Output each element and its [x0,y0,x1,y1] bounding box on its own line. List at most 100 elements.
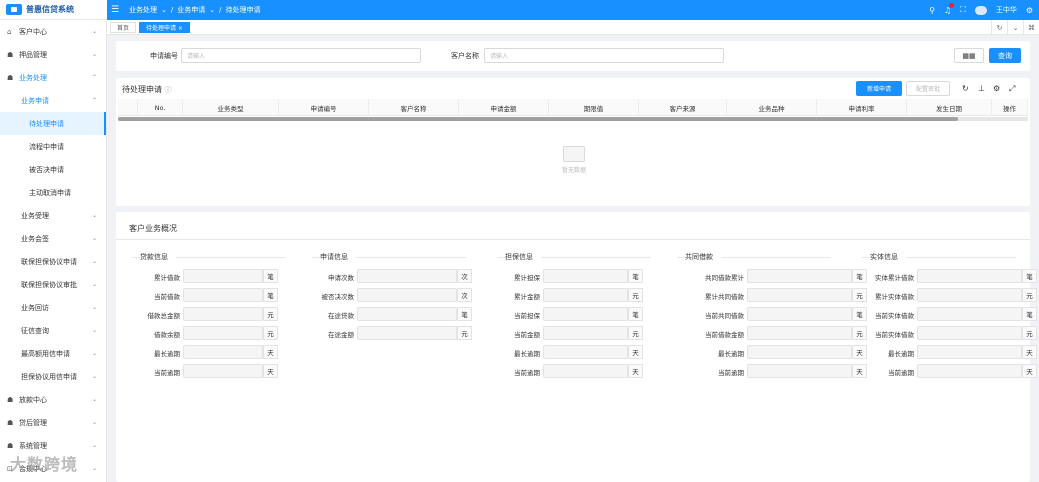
query-button[interactable]: 查询 [989,48,1021,63]
column-height-icon[interactable]: ⊥ [978,84,985,93]
config-approval-button[interactable]: 配置审批 [906,81,950,96]
chevron-icon: ⌃ [91,74,97,81]
readonly-field [357,288,457,302]
field-label: 申请次数 [328,274,354,282]
sidebar-item[interactable]: 业务申请 ⌃ [0,89,106,112]
close-all-icon[interactable]: ⌘ [1023,20,1039,35]
sidebar-item[interactable]: ☗ 贷后管理 ⌄ [0,411,106,434]
column-header: 客户来源 [639,99,727,116]
readonly-field [357,326,457,340]
sidebar-item[interactable]: ☗ 业务处理 ⌃ [0,66,106,89]
sidebar-item[interactable]: 业务受理 ⌄ [0,204,106,227]
sidebar-item-label: 联保担保协议申请 [21,257,77,266]
sidebar-item[interactable]: ⌂ 客户中心 ⌄ [0,20,106,43]
sidebar-item[interactable]: 被否决申请 [0,158,106,181]
user-name[interactable]: 王中华 [996,5,1017,15]
field-label: 当前实体借款 [875,331,914,339]
column-header: 操作 [992,99,1028,116]
sidebar-item-label: 主动取消申请 [29,188,71,197]
unit-label: 笔 [628,269,643,283]
menu-icon: ☗ [7,441,14,450]
sidebar-item-label: 业务处理 [19,73,47,82]
fullscreen-icon[interactable]: ⤢ [1009,84,1015,94]
unit-label: 天 [263,364,278,378]
breadcrumb-item[interactable]: 业务申请 [177,5,205,15]
column-header: 业务品种 [727,99,817,116]
field-label: 实体累计借款 [875,274,914,282]
sidebar-item[interactable]: 征信查询 ⌄ [0,319,106,342]
sidebar-item-label: 征信查询 [21,326,49,335]
sidebar-item-label: 业务申请 [21,96,49,105]
chevron-icon: ⌄ [91,304,97,311]
readonly-field [747,307,852,321]
new-application-button[interactable]: 新增申请 [856,81,902,96]
bell-icon[interactable]: ♫ [944,2,955,15]
avatar[interactable] [974,5,987,15]
unit-label: 天 [628,364,643,378]
gear-icon[interactable]: ⚙ [1026,6,1033,15]
unit-label: 元 [1022,326,1037,340]
sidebar-item[interactable]: 流程中申请 [0,135,106,158]
readonly-field [183,345,263,359]
breadcrumb-item[interactable]: 业务处理 [129,5,157,15]
table-header: No. 业务类型 申请编号 客户名称 申请金额 期限值 客户来源 业务品种 申请利率 发生日期 操作 [118,99,1028,116]
menu-toggle-icon[interactable]: ☰ [111,5,123,15]
sidebar-item[interactable]: 联保担保协议申请 ⌄ [0,250,106,273]
sidebar-item[interactable]: ☗ 放款中心 ⌄ [0,388,106,411]
readonly-field [183,307,263,321]
sidebar-item[interactable]: 担保协议用信申请 ⌄ [0,365,106,388]
unit-label: 笔 [1022,307,1037,321]
readonly-field [543,269,628,283]
tab-pending-apps[interactable]: 待处理申请 × [139,21,190,33]
unit-label: 笔 [263,288,278,302]
section-title: 贷款信息 [140,253,168,261]
list-icon: ▦▦ [962,51,976,60]
customer-name-input[interactable]: 请输入 [484,48,724,63]
horizontal-scrollbar[interactable] [118,117,1028,121]
sidebar-item[interactable]: 主动取消申请 [0,181,106,204]
readonly-field [917,307,1022,321]
unit-label: 元 [263,307,278,321]
sidebar-item[interactable]: ☗ 押品管理 ⌄ [0,43,106,66]
sidebar-item-label: 联保担保协议审批 [21,280,77,289]
sidebar-item[interactable]: 业务回访 ⌄ [0,296,106,319]
unit-label: 元 [457,326,472,340]
toggle-view-button[interactable]: ▦▦ [954,48,984,63]
table-panel: 待处理申请 ⓘ 新增申请 配置审批 ↻ ⊥ ⚙ ⤢ No. 业务类型 申请编号 客户名… [116,78,1030,206]
sidebar-item[interactable]: 联保担保协议审批 ⌄ [0,273,106,296]
settings-icon[interactable]: ⚙ [993,84,1000,93]
app-no-input[interactable]: 请输入 [181,48,421,63]
chevron-icon: ⌄ [91,51,97,58]
overview-title: 客户业务概况 [129,224,177,233]
chevron-icon: ⌄ [91,396,97,403]
readonly-field [543,364,628,378]
unit-label: 天 [1022,364,1037,378]
unit-label: 次 [457,269,472,283]
fullscreen-icon[interactable]: ⛶ [960,5,966,15]
refresh-icon[interactable]: ↻ [991,20,1007,35]
field-label: 当前担保 [514,312,540,320]
sidebar-item[interactable]: 最高额用信申请 ⌄ [0,342,106,365]
info-icon: ⓘ [164,86,172,94]
unit-label: 笔 [628,307,643,321]
readonly-field [747,345,852,359]
column-header: 发生日期 [907,99,992,116]
sidebar-item-label: 最高额用信申请 [21,349,70,358]
chevron-down-icon[interactable]: ⌄ [1007,20,1023,35]
unit-label: 元 [263,326,278,340]
sidebar-item[interactable]: 待处理申请 [0,112,106,135]
tab-home[interactable]: 首页 [110,21,137,33]
readonly-field [543,326,628,340]
readonly-field [747,326,852,340]
field-label: 共同借款累计 [705,274,744,282]
column-header: 申请编号 [279,99,369,116]
refresh-icon[interactable]: ↻ [962,84,969,93]
readonly-field [543,288,628,302]
column-header: 申请利率 [817,99,907,116]
section-title: 担保信息 [505,253,533,261]
search-icon[interactable]: ⚲ [929,6,935,15]
field-label: 当前逾期 [718,369,744,377]
readonly-field [917,288,1022,302]
readonly-field [357,307,457,321]
sidebar-item[interactable]: 业务会签 ⌄ [0,227,106,250]
